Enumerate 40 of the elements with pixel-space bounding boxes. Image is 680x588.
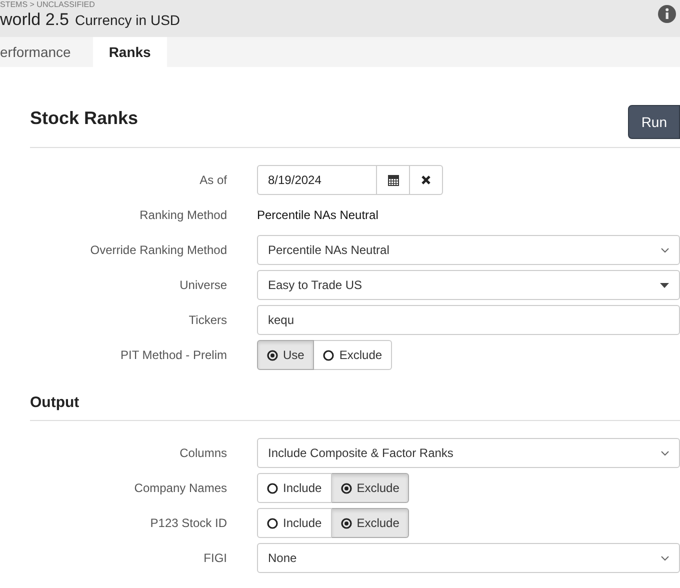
calendar-icon bbox=[388, 174, 398, 186]
select-field[interactable]: Easy to Trade US bbox=[257, 270, 680, 300]
tab[interactable]: Ranks bbox=[92, 37, 167, 67]
info-icon[interactable] bbox=[658, 5, 676, 23]
field-label: P123 Stock ID bbox=[150, 516, 227, 530]
field-label: PIT Method - Prelim bbox=[120, 348, 227, 362]
input-field[interactable]: kequ bbox=[257, 305, 680, 335]
caret-down-icon bbox=[660, 282, 669, 288]
field-label: Universe bbox=[180, 278, 227, 292]
field-value: Percentile NAs Neutral bbox=[257, 208, 378, 222]
chevron-down-icon bbox=[661, 556, 669, 560]
clear-button[interactable] bbox=[410, 165, 443, 195]
select-field[interactable]: None bbox=[257, 543, 680, 573]
field-label: Override Ranking Method bbox=[90, 243, 227, 257]
calendar-button[interactable] bbox=[377, 165, 410, 195]
field-label: As of bbox=[200, 173, 227, 187]
radio-option[interactable]: Exclude bbox=[332, 473, 410, 503]
tab[interactable]: erformance bbox=[0, 37, 93, 67]
currency-label: Currency in USD bbox=[74, 12, 180, 28]
run-button[interactable]: Run bbox=[628, 105, 680, 139]
close-icon bbox=[421, 175, 431, 185]
chevron-down-icon bbox=[661, 450, 669, 456]
breadcrumb: STEMS > UNCLASSIFIED bbox=[0, 0, 95, 9]
radio-option[interactable]: Use bbox=[257, 340, 314, 370]
radio-option[interactable]: Exclude bbox=[332, 508, 410, 538]
section-title: Output bbox=[30, 394, 80, 411]
radio-option[interactable]: Include bbox=[257, 508, 332, 538]
page-heading: world 2.5 bbox=[0, 10, 69, 30]
field-label: FIGI bbox=[204, 551, 227, 565]
field-label: Columns bbox=[180, 446, 227, 460]
field-label: Tickers bbox=[188, 313, 227, 327]
select-field[interactable]: Include Composite & Factor Ranks bbox=[257, 438, 680, 468]
chevron-down-icon bbox=[661, 248, 669, 252]
select-field[interactable]: Percentile NAs Neutral bbox=[257, 235, 680, 265]
radio-option[interactable]: Include bbox=[257, 473, 332, 503]
date-field[interactable]: 8/19/2024 bbox=[257, 165, 377, 195]
field-label: Ranking Method bbox=[140, 208, 227, 222]
radio-option[interactable]: Exclude bbox=[314, 340, 392, 370]
field-label: Company Names bbox=[134, 481, 227, 495]
section-title: Stock Ranks bbox=[30, 108, 138, 129]
